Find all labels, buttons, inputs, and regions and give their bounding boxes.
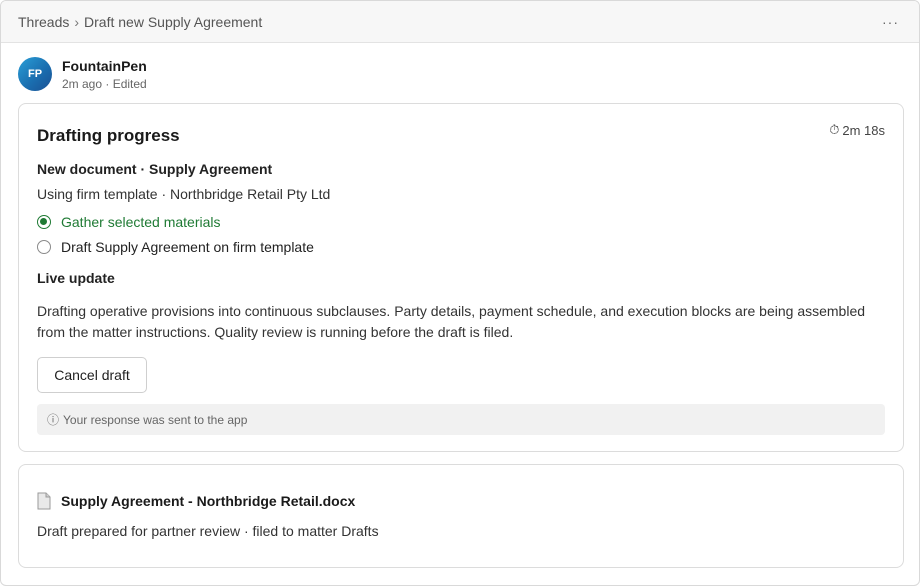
thread-window: Threads › Draft new Supply Agreement ···…	[0, 0, 920, 586]
message-meta: 2m ago · Edited	[62, 76, 147, 91]
file-description: Draft prepared for partner review · file…	[37, 523, 379, 539]
author-name: FountainPen	[62, 57, 147, 74]
response-sent-notice: ⓘ Your response was sent to the app	[37, 404, 885, 435]
breadcrumb-separator: ›	[74, 13, 80, 30]
avatar: FP	[18, 57, 52, 91]
more-options-button[interactable]: ···	[878, 12, 903, 32]
elapsed-timer: ⏱ 2m 18s	[829, 122, 885, 138]
step-label: Draft Supply Agreement on firm template	[61, 239, 314, 255]
stopwatch-icon: ⏱	[829, 122, 840, 137]
notice-text: Your response was sent to the app	[63, 412, 248, 427]
live-update-text: Drafting operative provisions into conti…	[37, 303, 866, 340]
step-draft-agreement: Draft Supply Agreement on firm template	[37, 239, 314, 255]
cancel-draft-button[interactable]: Cancel draft	[37, 357, 147, 393]
live-update-heading: Live update	[37, 270, 115, 286]
breadcrumb-threads-link[interactable]: Threads	[18, 14, 69, 30]
info-icon: ⓘ	[47, 413, 60, 427]
breadcrumb-current: Draft new Supply Agreement	[84, 13, 263, 30]
step-label: Gather selected materials	[61, 214, 221, 230]
step-pending-icon	[37, 240, 51, 254]
step-gather-materials: Gather selected materials	[37, 214, 221, 230]
file-attachment-card[interactable]: Supply Agreement - Northbridge Retail.do…	[18, 464, 904, 568]
template-info: Using firm template · Northbridge Retail…	[37, 186, 331, 202]
message-author: FP FountainPen 2m ago · Edited	[18, 57, 147, 91]
card-title: Drafting progress	[37, 126, 180, 145]
step-complete-icon	[37, 215, 51, 229]
drafting-progress-card: Drafting progress ⏱ 2m 18s New document …	[18, 103, 904, 452]
elapsed-time: 2m 18s	[842, 122, 885, 138]
breadcrumb: Threads › Draft new Supply Agreement	[18, 14, 262, 30]
top-bar: Threads › Draft new Supply Agreement ···	[1, 1, 919, 43]
file-name[interactable]: Supply Agreement - Northbridge Retail.do…	[61, 493, 355, 509]
document-icon	[37, 492, 51, 510]
document-heading: New document · Supply Agreement	[37, 161, 273, 177]
file-row: Supply Agreement - Northbridge Retail.do…	[37, 492, 355, 510]
